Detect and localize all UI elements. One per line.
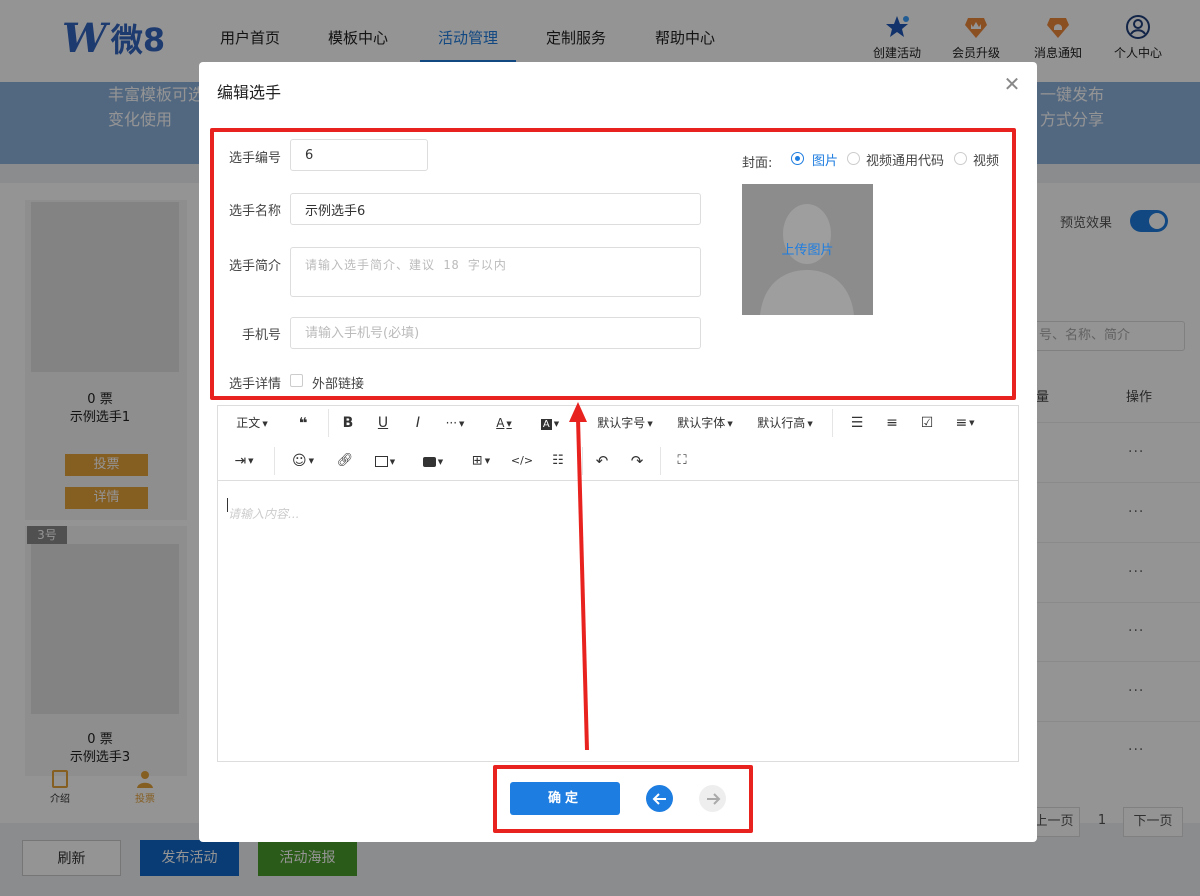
detail-label: 选手详情 [228,377,281,392]
cover-video-code-radio[interactable] [847,152,860,165]
font-family-label: 默认字体 [677,416,726,430]
redo-icon[interactable]: ↷ [625,448,649,474]
external-link-label: 外部链接 [312,377,365,392]
number-input[interactable] [290,139,428,171]
phone-label: 手机号 [241,328,281,343]
code-icon[interactable]: </> [510,448,534,474]
name-input[interactable] [290,193,701,225]
indent-icon[interactable]: ⇥ ▼ [230,448,258,474]
editor-placeholder: 请输入内容... [228,507,300,521]
paragraph-label: 正文 [236,416,261,430]
quote-icon[interactable]: ❝ [290,410,316,436]
intro-textarea[interactable] [290,247,701,297]
editor-toolbar: 正文 ▼ ❝ B U I ··· ▼ A ▼ A ▼ 默认字号 ▼ 默认字体 ▼ 默认行高 ▼… [218,406,1018,481]
external-link-checkbox[interactable] [290,374,303,387]
numbered-list-icon[interactable]: ≡ [880,410,904,436]
line-height-dropdown[interactable]: 默认行高 ▼ [754,410,816,436]
emoji-icon[interactable]: ☺ ▼ [288,448,318,474]
link-icon[interactable]: 🔗︎ [333,448,357,474]
table-icon[interactable]: ⊞ ▼ [466,448,496,474]
cover-video-label: 视频 [973,154,1000,169]
cover-label: 封面: [742,156,773,171]
next-arrow-icon[interactable] [699,785,726,812]
more-styles-icon[interactable]: ··· ▼ [440,410,470,436]
font-size-dropdown[interactable]: 默认字号 ▼ [594,410,656,436]
divider-line-icon[interactable]: ☷ [546,448,570,474]
line-height-label: 默认行高 [757,416,806,430]
font-color-icon[interactable]: A ▼ [490,410,518,436]
toolbar-divider [328,409,329,437]
name-label: 选手名称 [228,204,281,219]
cover-video-code-label: 视频通用代码 [866,154,945,169]
underline-icon[interactable]: U [371,410,395,436]
fullscreen-icon[interactable]: ⛶ [670,448,694,474]
cover-video-radio[interactable] [954,152,967,165]
undo-icon[interactable]: ↶ [590,448,614,474]
intro-label: 选手简介 [228,259,281,274]
image-icon[interactable]: ▼ [370,448,400,474]
todo-checkbox-icon[interactable]: ☑ [915,410,939,436]
background-color-icon[interactable]: A ▼ [536,410,564,436]
rich-text-editor: 正文 ▼ ❝ B U I ··· ▼ A ▼ A ▼ 默认字号 ▼ 默认字体 ▼ 默认行高 ▼… [217,405,1019,762]
close-icon[interactable]: ✕ [1003,74,1021,94]
edit-contestant-modal: 编辑选手 ✕ 选手编号 选手名称 选手简介 手机号 选手详情 外部链接 封面: … [199,62,1037,842]
bold-icon[interactable]: B [336,410,360,436]
upload-image-label: 上传图片 [781,243,834,258]
video-icon[interactable]: ▼ [418,448,448,474]
modal-title: 编辑选手 [217,83,282,102]
paragraph-dropdown[interactable]: 正文 ▼ [228,410,276,436]
cover-image-radio[interactable] [791,152,804,165]
toolbar-divider [582,447,583,475]
align-icon[interactable]: ≡ ▼ [950,410,980,436]
toolbar-divider [660,447,661,475]
editor-content-area[interactable]: 请输入内容... [218,481,1018,761]
cover-upload-area[interactable]: 上传图片 [742,184,873,315]
toolbar-divider [274,447,275,475]
font-family-dropdown[interactable]: 默认字体 ▼ [674,410,736,436]
font-size-label: 默认字号 [597,416,646,430]
confirm-button[interactable]: 确定 [510,782,620,815]
phone-input[interactable] [290,317,701,349]
number-label: 选手编号 [228,151,281,166]
bullet-list-icon[interactable]: ☰ [845,410,869,436]
toolbar-divider [832,409,833,437]
previous-arrow-icon[interactable] [646,785,673,812]
cover-image-label: 图片 [812,154,839,169]
italic-icon[interactable]: I [406,410,430,436]
